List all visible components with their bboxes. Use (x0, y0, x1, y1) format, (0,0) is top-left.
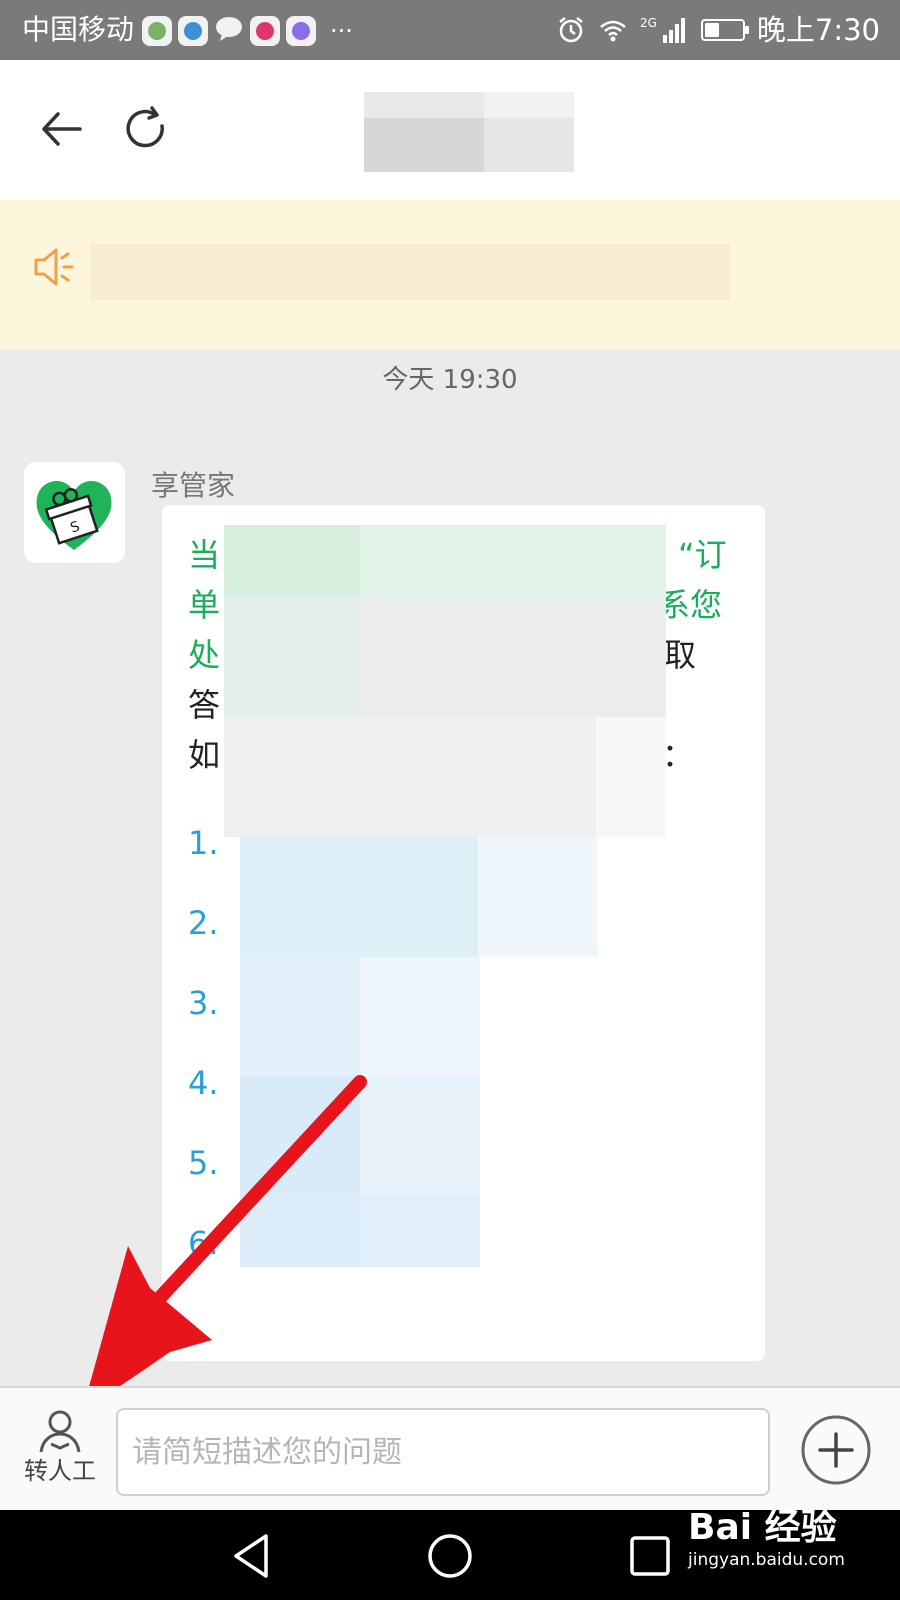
watermark-brand: Bai 经验 (688, 1507, 837, 1548)
redacted-text-block (224, 597, 360, 717)
transfer-to-agent-button[interactable]: 转人工 (10, 1408, 110, 1500)
message-line-2-start: 单 (188, 586, 221, 624)
message-line-1-end: “订 (678, 536, 727, 574)
question-input[interactable] (116, 1408, 770, 1496)
message-bubble: 当 “订 单 系您 处 取 答 如 ： 1. 2. 3. 4. 5. 6. (162, 505, 765, 1361)
person-icon (39, 1410, 81, 1453)
list-number-2: 2. (188, 904, 219, 942)
redacted-list-block (360, 957, 480, 1077)
nav-home-icon[interactable] (424, 1530, 476, 1582)
carrier-label: 中国移动 (22, 13, 135, 46)
redacted-list-block (240, 1077, 360, 1197)
message-line-3-start: 处 (188, 636, 221, 674)
message-bubble-icon (214, 14, 244, 48)
redacted-text-block (224, 717, 596, 837)
wifi-icon (600, 20, 626, 42)
page-title-redacted (364, 92, 574, 172)
list-number-4: 4. (188, 1064, 219, 1102)
message-line-5-start: 如 (188, 736, 221, 774)
redacted-text-block (596, 717, 666, 837)
chat-input-bar: 转人工 (0, 1386, 900, 1510)
redacted-list-block (478, 837, 598, 957)
notice-text-redacted (90, 244, 730, 300)
message-timestamp: 今天 19:30 (382, 365, 518, 395)
nav-recents-icon[interactable] (624, 1530, 676, 1582)
add-plus-button[interactable] (800, 1414, 872, 1486)
app-notification-icon (142, 16, 172, 46)
list-number-6: 6. (188, 1224, 219, 1262)
transfer-label: 转人工 (24, 1457, 96, 1485)
battery-icon (700, 19, 749, 41)
back-arrow-icon[interactable] (36, 104, 86, 154)
baidu-jingyan-watermark: Bai 经验 jingyan.baidu.com (688, 1506, 845, 1570)
message-line-5-end: ： (662, 736, 695, 774)
sender-name: 享管家 (151, 469, 236, 502)
message-line-2-end: 系您 (658, 586, 723, 624)
list-number-5: 5. (188, 1144, 219, 1182)
notification-icons: ··· (142, 14, 353, 48)
list-number-1: 1. (188, 824, 219, 862)
notice-bar[interactable] (0, 200, 900, 350)
speaker-icon (34, 248, 74, 286)
redacted-list-block (240, 1197, 360, 1267)
status-bar: 中国移动 ··· 2G 晚上7:30 (0, 0, 900, 60)
more-notifications-icon: ··· (330, 17, 353, 45)
signal-icon (662, 18, 685, 43)
nav-back-icon[interactable] (226, 1530, 278, 1582)
browser-notification-icon (178, 16, 208, 46)
chat-app-icon (286, 16, 316, 46)
refresh-icon[interactable] (122, 104, 172, 154)
list-number-3: 3. (188, 984, 219, 1022)
message-line-4-start: 答 (188, 686, 221, 724)
alarm-icon (559, 17, 583, 43)
network-type-label: 2G (639, 16, 657, 30)
video-app-icon (250, 16, 280, 46)
message-line-1-start: 当 (188, 536, 221, 574)
watermark-url: jingyan.baidu.com (688, 1550, 845, 1570)
bot-avatar: S (24, 462, 125, 563)
heart-gift-logo-icon: S (36, 480, 112, 550)
redacted-list-block (360, 1197, 480, 1267)
message-line-3-end: 取 (664, 636, 697, 674)
page-header (0, 60, 900, 200)
redacted-list-block (240, 957, 360, 1077)
redacted-list-block (240, 837, 478, 957)
redacted-list-block (360, 1077, 480, 1197)
status-time: 晚上7:30 (756, 13, 880, 47)
